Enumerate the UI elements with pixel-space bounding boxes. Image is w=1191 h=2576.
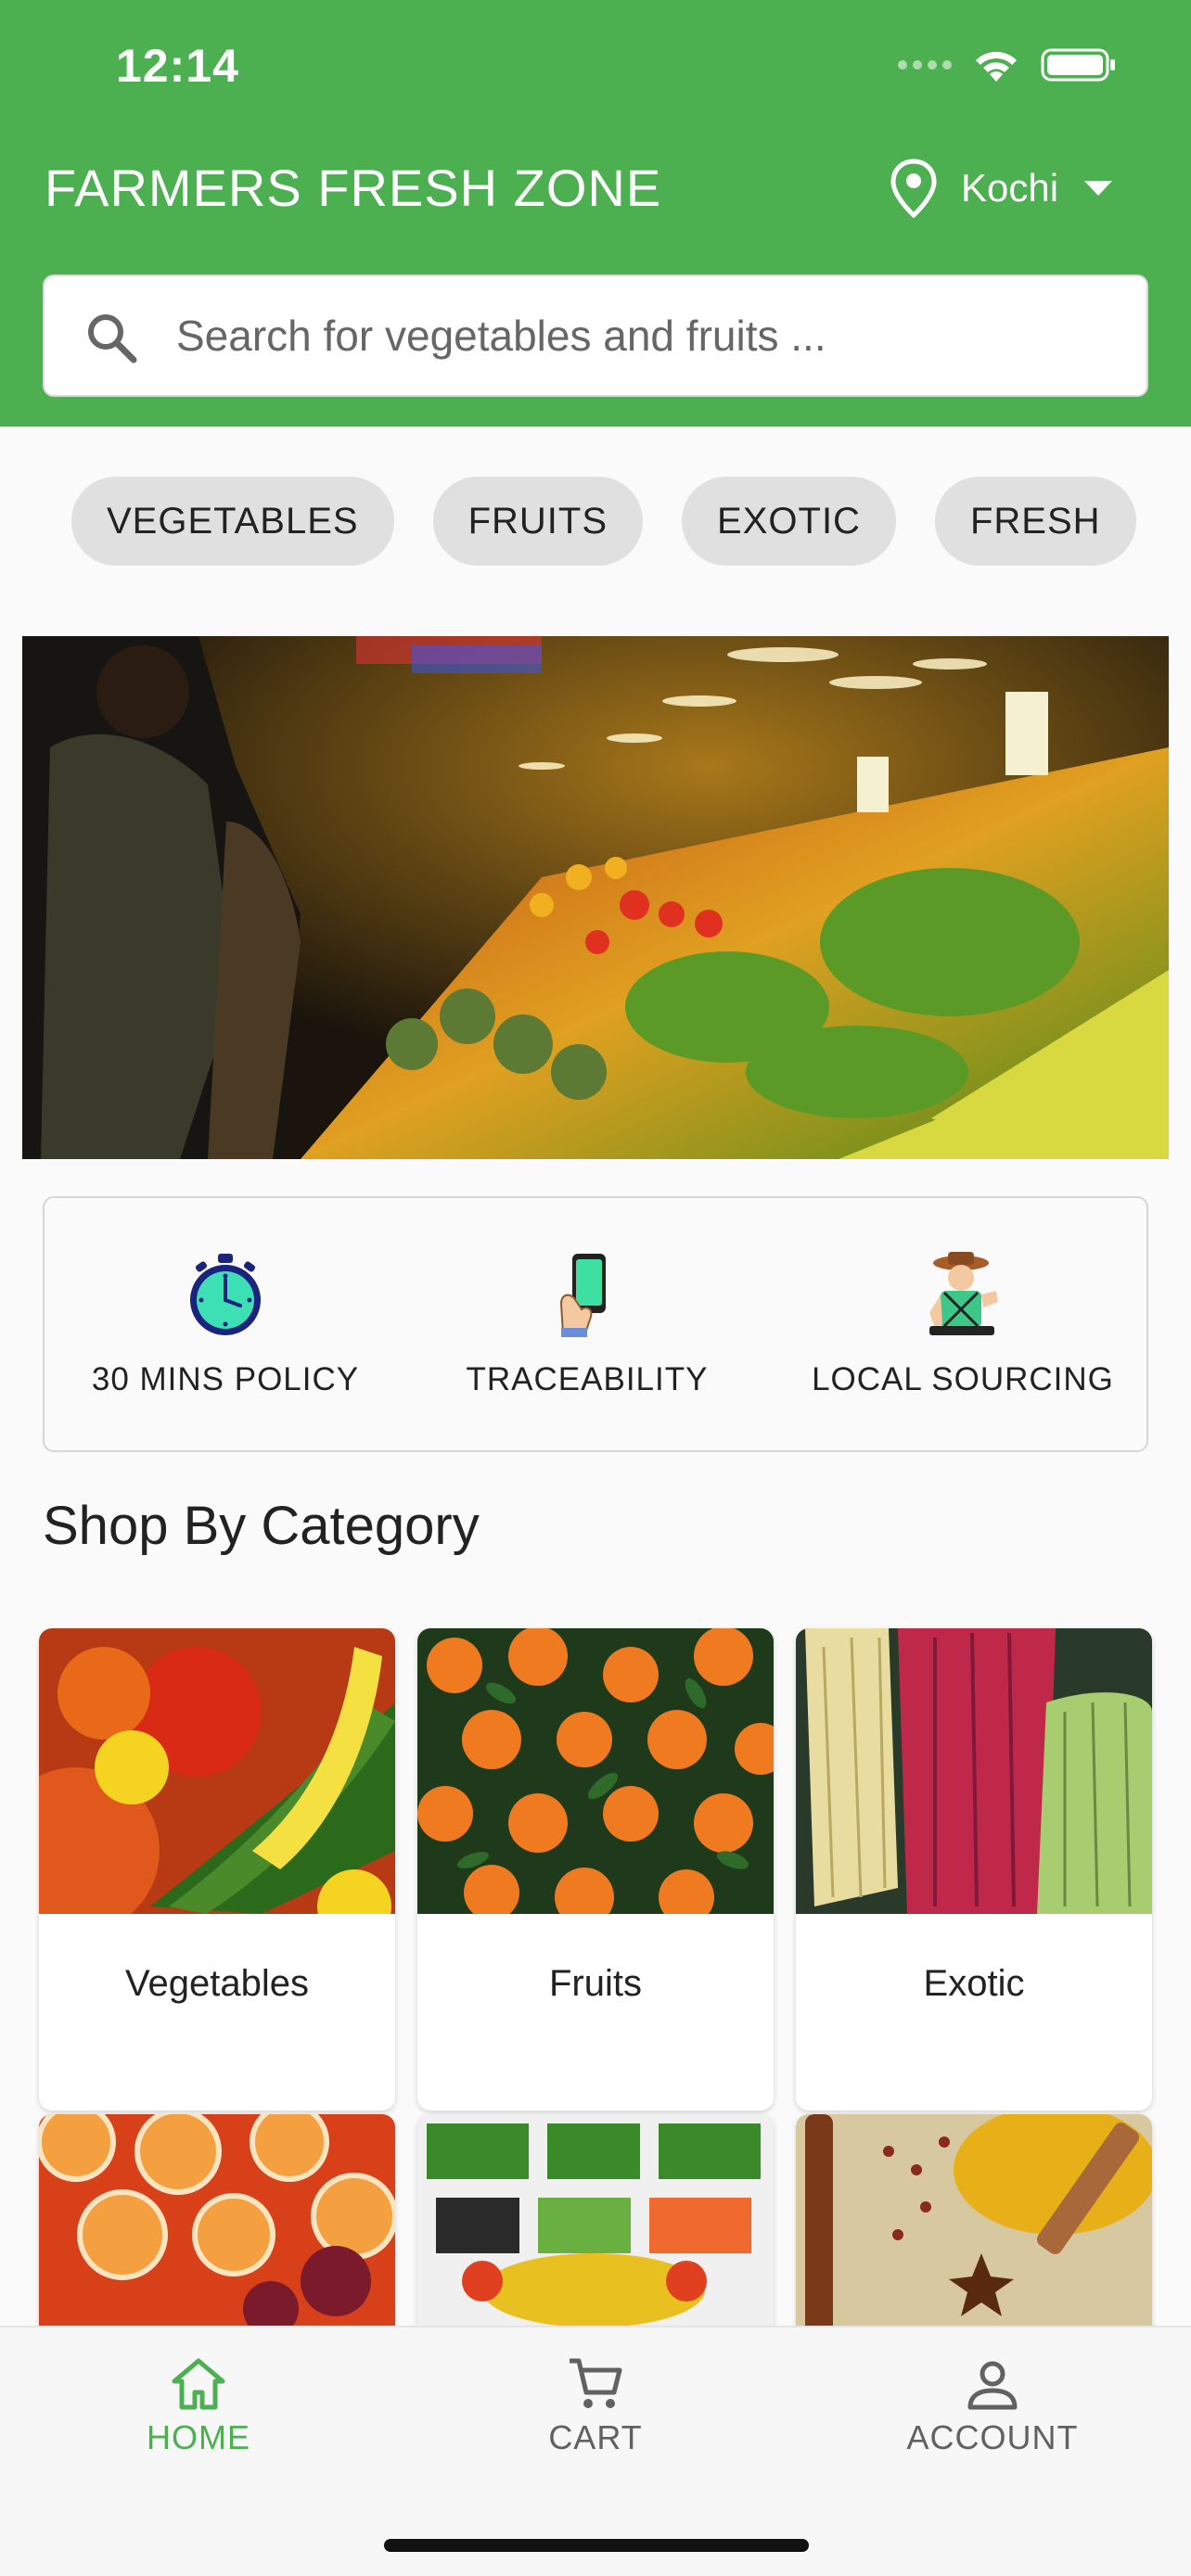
exotic-image xyxy=(796,1628,1152,1914)
location-selector[interactable]: Kochi xyxy=(890,156,1114,221)
section-title: Shop By Category xyxy=(43,1496,480,1556)
feature-traceability: TRACEABILITY xyxy=(434,1198,740,1454)
search-input[interactable] xyxy=(176,276,1132,395)
category-label: Fruits xyxy=(549,1962,642,2004)
feature-label: LOCAL SOURCING xyxy=(812,1361,1114,1397)
farmer-icon xyxy=(929,1252,998,1335)
cart-icon xyxy=(570,2358,622,2408)
market-banner-image xyxy=(22,636,1169,1159)
search-icon xyxy=(88,314,137,363)
phone-hand-icon xyxy=(559,1254,606,1337)
category-card-fruits[interactable]: Fruits xyxy=(417,1628,774,2111)
category-chips: VEGETABLES FRUITS EXOTIC FRESH xyxy=(71,477,1136,566)
promo-banner[interactable] xyxy=(22,636,1169,1159)
category-card-vegetables[interactable]: Vegetables xyxy=(39,1628,395,2111)
feature-local-sourcing: LOCAL SOURCING xyxy=(787,1198,1139,1454)
home-icon xyxy=(172,2358,225,2410)
chip-fruits[interactable]: FRUITS xyxy=(432,477,644,566)
chip-vegetables[interactable]: VEGETABLES xyxy=(71,477,394,566)
location-name: Kochi xyxy=(961,166,1059,210)
account-icon xyxy=(967,2361,1018,2410)
features-panel: 30 MINS POLICY TRACEABILITY LOCAL SOURCI… xyxy=(43,1196,1148,1452)
status-icons xyxy=(898,45,1117,85)
wifi-icon xyxy=(976,51,1017,82)
nav-label: HOME xyxy=(147,2418,250,2456)
location-pin-icon xyxy=(890,159,937,218)
category-card-exotic[interactable]: Exotic xyxy=(796,1628,1152,2111)
app-title: FARMERS FRESH ZONE xyxy=(45,159,662,217)
search-box[interactable] xyxy=(43,274,1148,397)
battery-icon xyxy=(1041,48,1115,82)
nav-home[interactable]: HOME xyxy=(87,2355,310,2457)
app-header: 12:14 FARMERS FRESH ZONE Kochi xyxy=(0,0,1191,427)
category-label: Vegetables xyxy=(125,1962,309,2004)
category-label: Exotic xyxy=(923,1962,1025,2004)
nav-account[interactable]: ACCOUNT xyxy=(881,2355,1104,2457)
chip-fresh[interactable]: FRESH xyxy=(934,477,1136,566)
feature-30-mins: 30 MINS POLICY xyxy=(72,1198,378,1454)
vegetables-image xyxy=(39,1628,395,1914)
stopwatch-icon xyxy=(190,1254,261,1335)
nav-label: ACCOUNT xyxy=(906,2418,1079,2456)
fruits-image xyxy=(417,1628,774,1914)
feature-label: TRACEABILITY xyxy=(466,1361,709,1397)
home-indicator xyxy=(384,2539,809,2552)
chip-exotic[interactable]: EXOTIC xyxy=(682,477,896,566)
chevron-down-icon xyxy=(1084,181,1113,196)
nav-cart[interactable]: CART xyxy=(484,2355,707,2457)
status-time: 12:14 xyxy=(116,40,239,92)
nav-label: CART xyxy=(548,2418,643,2456)
signal-icon xyxy=(898,60,952,70)
feature-label: 30 MINS POLICY xyxy=(91,1361,360,1397)
